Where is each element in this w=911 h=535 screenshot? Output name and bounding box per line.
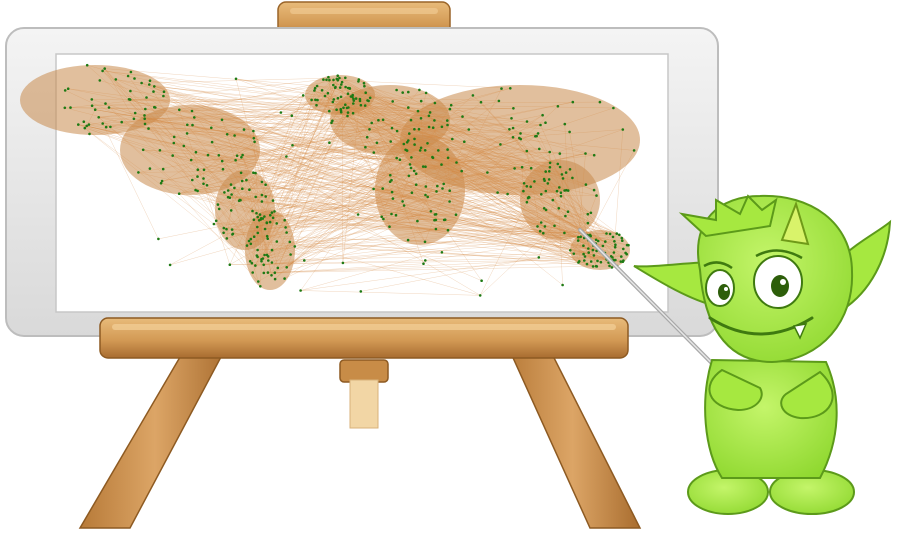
goblin-left-eye (705, 269, 735, 307)
illustration-scene (5, 1, 892, 529)
easel-legs (78, 339, 642, 529)
goblin-right-eye (753, 255, 803, 309)
easel-ledge (99, 317, 629, 359)
